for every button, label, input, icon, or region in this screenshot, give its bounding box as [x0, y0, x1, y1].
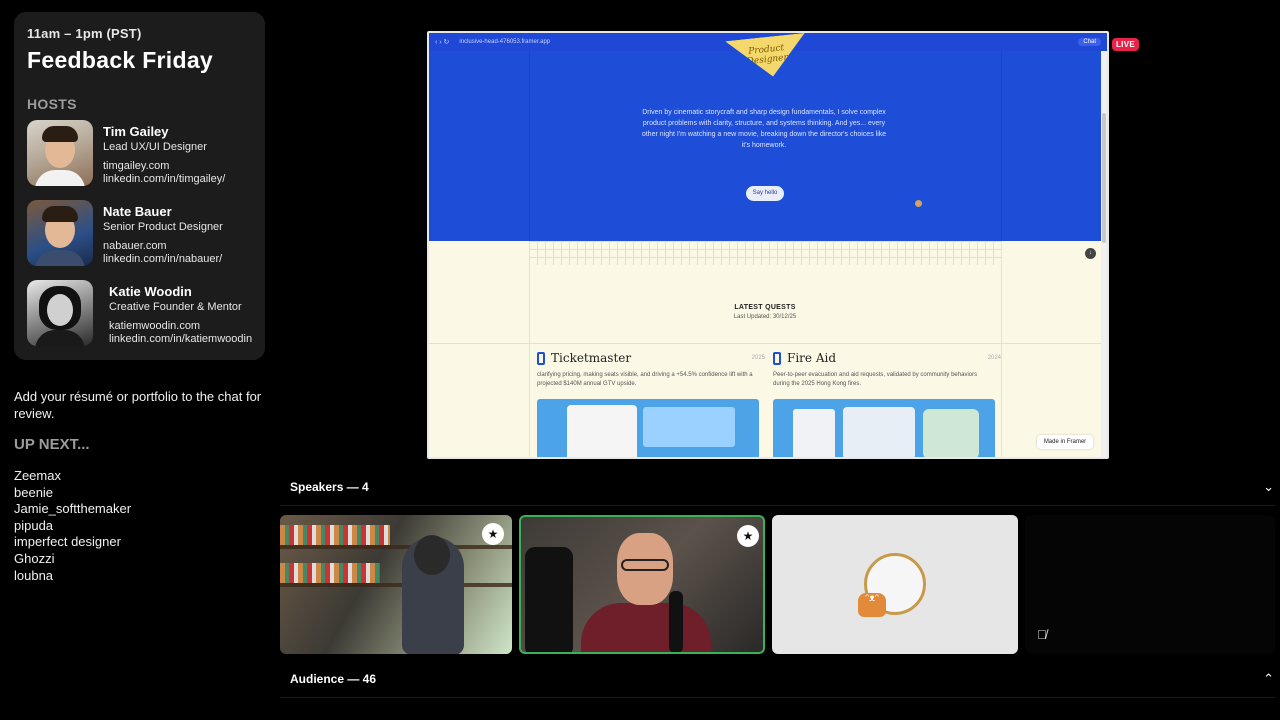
moderator-icon: ★	[482, 523, 504, 545]
quests-date: Last Updated: 30/12/25	[733, 314, 797, 320]
cat-icon: ᵔᴥᵔ	[858, 593, 886, 617]
host-linkedin[interactable]: linkedin.com/in/timgailey/	[103, 173, 225, 186]
say-hello-button[interactable]: Say hello	[746, 186, 784, 201]
browser-chat-button[interactable]: Chat	[1078, 38, 1101, 46]
card-name: Ticketmaster	[551, 351, 632, 365]
scrollbar-thumb[interactable]	[1102, 113, 1106, 243]
host-tim: Tim Gailey Lead UX/UI Designer timgailey…	[27, 120, 252, 190]
moderator-icon: ★	[737, 525, 759, 547]
speaker-video	[581, 603, 711, 652]
event-info-card: 11am – 1pm (PST) Feedback Friday HOSTS T…	[14, 12, 265, 360]
speaker-tile[interactable]: ★	[280, 515, 512, 654]
queue-item: Jamie_softthemaker	[14, 501, 132, 517]
queue-item: pipuda	[14, 517, 54, 533]
browser-nav-icons[interactable]: ‹ › ↻	[435, 38, 449, 46]
host-website[interactable]: nabauer.com	[103, 240, 223, 253]
host-website[interactable]: timgailey.com	[103, 160, 225, 173]
chevron-down-icon[interactable]: ⌄	[1263, 479, 1274, 495]
queue-item: Zeemax	[14, 468, 61, 483]
divider	[280, 505, 1275, 506]
layout-guide	[1001, 51, 1002, 457]
speakers-count: Speakers — 4	[290, 480, 369, 494]
card-year: 2025	[751, 355, 765, 361]
host-name: Katie Woodin	[109, 284, 192, 299]
queue-item: Ghozzi	[14, 550, 55, 566]
host-linkedin[interactable]: linkedin.com/in/nabauer/	[103, 253, 223, 266]
chevron-up-icon[interactable]: ⌃	[1263, 671, 1274, 687]
host-website[interactable]: katiemwoodin.com	[109, 320, 252, 333]
host-name: Nate Bauer	[103, 204, 172, 219]
host-nate: Nate Bauer Senior Product Designer nabau…	[27, 200, 252, 270]
card-image[interactable]	[537, 399, 759, 457]
live-badge: LIVE	[1112, 38, 1139, 51]
host-role: Senior Product Designer	[103, 221, 223, 233]
divider	[280, 697, 1275, 698]
up-next-label: UP NEXT...	[14, 436, 90, 453]
queue-item: beenie	[14, 484, 54, 500]
event-time: 11am – 1pm (PST)	[27, 26, 142, 41]
host-avatar	[27, 120, 93, 186]
speaker-tile[interactable]: 🎙̸	[1025, 515, 1275, 654]
card-name: Fire Aid	[787, 351, 837, 365]
host-katie: Katie Woodin Creative Founder & Mentor k…	[27, 280, 252, 350]
speaker-tile[interactable]: ᵔᴥᵔ	[772, 515, 1018, 654]
host-avatar	[27, 200, 93, 266]
card-year: 2024	[987, 355, 1001, 361]
hero-text: Driven by cinematic storycraft and sharp…	[641, 109, 887, 149]
card-image[interactable]	[773, 399, 995, 457]
cursor-dot	[915, 200, 922, 207]
card-desc: Peer-to-peer evacuation and aid requests…	[773, 372, 978, 387]
event-title: Feedback Friday	[27, 47, 214, 73]
chat-note: Add your résumé or portfolio to the chat…	[14, 389, 262, 421]
made-in-framer-badge[interactable]: Made in Framer	[1037, 435, 1093, 449]
phone-icon	[773, 351, 781, 365]
host-role: Creative Founder & Mentor	[109, 301, 242, 313]
audience-header[interactable]: Audience — 46 ⌃	[280, 668, 1280, 690]
queue-item: imperfect designer	[14, 534, 121, 550]
quests-title: LATEST QUESTS	[734, 304, 796, 311]
sticky-note: Product Designer	[725, 33, 809, 81]
microphone	[669, 591, 683, 652]
quest-card-fire-aid[interactable]: Fire Aid 2024 Peer-to-peer evacuation an…	[773, 351, 1001, 389]
scroll-icon[interactable]: ↓	[1085, 248, 1096, 259]
up-next-queue: Zeemax beenie Jamie_softthemaker pipuda …	[14, 468, 131, 584]
host-role: Lead UX/UI Designer	[103, 141, 207, 153]
host-name: Tim Gailey	[103, 124, 169, 139]
grid-pattern	[529, 241, 1001, 265]
queue-item: loubna	[14, 567, 54, 583]
shared-screen[interactable]: ‹ › ↻ inclusive-head-476053.framer.app C…	[427, 31, 1109, 459]
mic-muted-icon: 🎙̸	[1037, 627, 1047, 642]
speaker-tile-active[interactable]: ★	[519, 515, 765, 654]
host-linkedin[interactable]: linkedin.com/in/katiemwoodin	[109, 333, 252, 346]
card-desc: clarifying pricing, making seats visible…	[537, 372, 753, 387]
quest-card-ticketmaster[interactable]: Ticketmaster 2025 clarifying pricing, ma…	[537, 351, 765, 389]
speakers-header[interactable]: Speakers — 4 ⌄	[280, 476, 1280, 498]
hosts-label: HOSTS	[27, 96, 77, 112]
host-avatar	[27, 280, 93, 346]
phone-icon	[537, 351, 545, 365]
divider	[429, 343, 1101, 344]
audience-count: Audience — 46	[290, 672, 377, 686]
